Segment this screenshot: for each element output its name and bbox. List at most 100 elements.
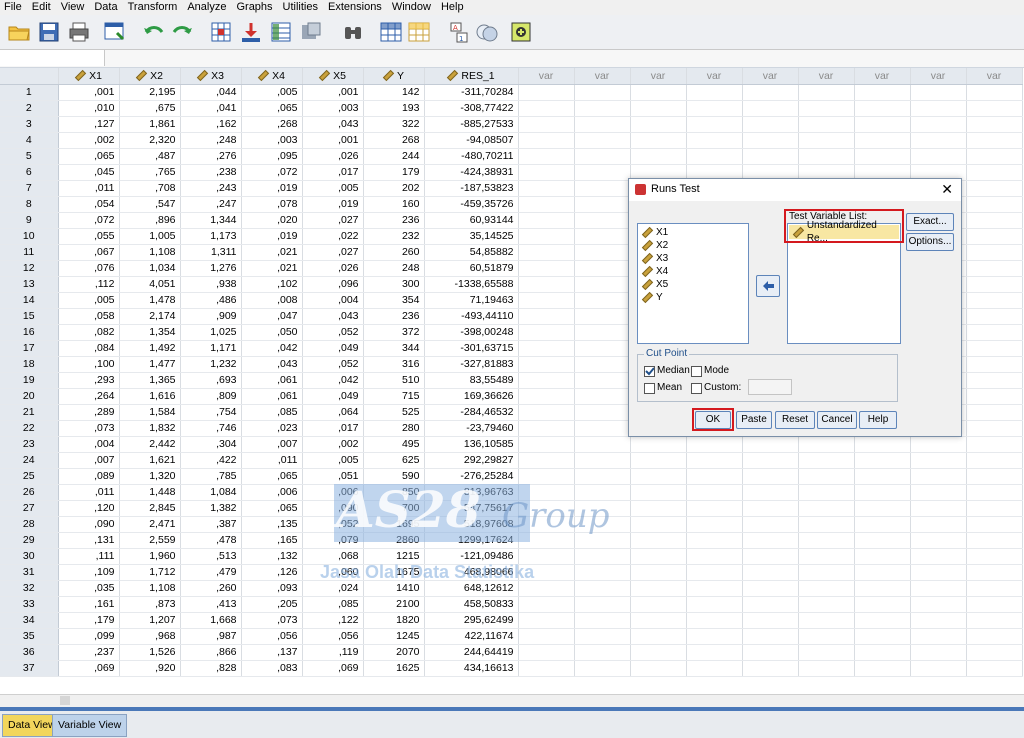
- data-cell[interactable]: [854, 516, 911, 533]
- data-cell[interactable]: 1,478: [119, 292, 181, 309]
- data-cell[interactable]: 2,320: [119, 132, 181, 149]
- data-cell[interactable]: 468,98066: [424, 564, 519, 581]
- data-cell[interactable]: ,001: [302, 132, 364, 149]
- data-cell[interactable]: 35,14525: [424, 228, 519, 245]
- data-cell[interactable]: 648,12612: [424, 580, 519, 597]
- data-cell[interactable]: 372: [363, 324, 425, 341]
- goto-variable-icon[interactable]: [238, 19, 264, 45]
- data-cell[interactable]: ,011: [58, 180, 120, 197]
- data-cell[interactable]: 1410: [363, 580, 425, 597]
- data-cell[interactable]: [630, 596, 687, 613]
- data-cell[interactable]: [742, 132, 799, 149]
- data-cell[interactable]: ,049: [302, 340, 364, 357]
- data-cell[interactable]: 1,108: [119, 244, 181, 261]
- data-cell[interactable]: ,004: [302, 292, 364, 309]
- column-header[interactable]: var: [518, 68, 575, 85]
- data-cell[interactable]: ,052: [302, 356, 364, 373]
- data-cell[interactable]: ,987: [180, 628, 242, 645]
- data-cell[interactable]: ,060: [302, 564, 364, 581]
- data-cell[interactable]: 715: [363, 388, 425, 405]
- data-cell[interactable]: [630, 436, 687, 453]
- data-cell[interactable]: [742, 660, 799, 677]
- data-cell[interactable]: -276,25284: [424, 468, 519, 485]
- data-cell[interactable]: ,205: [241, 596, 303, 613]
- data-cell[interactable]: [966, 132, 1023, 149]
- row-number[interactable]: 17: [0, 340, 59, 357]
- data-cell[interactable]: [518, 148, 575, 165]
- data-cell[interactable]: [574, 276, 631, 293]
- use-sets-icon[interactable]: [508, 19, 534, 45]
- data-cell[interactable]: 193: [363, 100, 425, 117]
- row-number[interactable]: 22: [0, 420, 59, 437]
- data-cell[interactable]: [966, 516, 1023, 533]
- data-cell[interactable]: 1,034: [119, 260, 181, 277]
- menu-graphs[interactable]: Graphs: [232, 0, 278, 15]
- data-cell[interactable]: [854, 452, 911, 469]
- data-cell[interactable]: [798, 436, 855, 453]
- data-cell[interactable]: ,065: [241, 500, 303, 517]
- data-cell[interactable]: 322: [363, 116, 425, 133]
- data-cell[interactable]: ,042: [241, 340, 303, 357]
- data-cell[interactable]: [686, 516, 743, 533]
- data-cell[interactable]: [686, 548, 743, 565]
- data-cell[interactable]: [686, 132, 743, 149]
- data-cell[interactable]: [742, 596, 799, 613]
- data-cell[interactable]: [966, 116, 1023, 133]
- data-cell[interactable]: [518, 164, 575, 181]
- data-cell[interactable]: [910, 644, 967, 661]
- data-cell[interactable]: 525: [363, 404, 425, 421]
- data-cell[interactable]: -424,38931: [424, 164, 519, 181]
- data-cell[interactable]: -187,53823: [424, 180, 519, 197]
- data-cell[interactable]: ,065: [241, 100, 303, 117]
- redo-icon[interactable]: [170, 19, 196, 45]
- data-cell[interactable]: [798, 548, 855, 565]
- data-cell[interactable]: ,095: [241, 148, 303, 165]
- data-cell[interactable]: 1,232: [180, 356, 242, 373]
- data-cell[interactable]: ,005: [241, 84, 303, 101]
- source-variable-item[interactable]: X5: [638, 278, 748, 291]
- data-cell[interactable]: [910, 596, 967, 613]
- data-cell[interactable]: [574, 484, 631, 501]
- data-cell[interactable]: ,909: [180, 308, 242, 325]
- data-cell[interactable]: [798, 452, 855, 469]
- data-cell[interactable]: [798, 116, 855, 133]
- data-cell[interactable]: -480,70211: [424, 148, 519, 165]
- data-cell[interactable]: ,083: [241, 660, 303, 677]
- data-cell[interactable]: [518, 276, 575, 293]
- options-button[interactable]: Options...: [906, 233, 954, 251]
- data-cell[interactable]: [910, 436, 967, 453]
- data-cell[interactable]: ,027: [302, 212, 364, 229]
- data-cell[interactable]: 1,448: [119, 484, 181, 501]
- data-cell[interactable]: ,260: [180, 580, 242, 597]
- paste-button[interactable]: Paste: [736, 411, 772, 429]
- data-cell[interactable]: ,017: [302, 420, 364, 437]
- data-cell[interactable]: [966, 420, 1023, 437]
- data-cell[interactable]: 1,960: [119, 548, 181, 565]
- data-cell[interactable]: ,090: [58, 516, 120, 533]
- data-cell[interactable]: 1,354: [119, 324, 181, 341]
- find-icon[interactable]: [340, 19, 366, 45]
- data-cell[interactable]: [574, 228, 631, 245]
- data-cell[interactable]: [574, 180, 631, 197]
- data-cell[interactable]: [518, 612, 575, 629]
- data-cell[interactable]: ,024: [302, 580, 364, 597]
- data-cell[interactable]: ,019: [302, 196, 364, 213]
- data-cell[interactable]: [574, 612, 631, 629]
- data-cell[interactable]: [630, 84, 687, 101]
- data-cell[interactable]: ,023: [241, 420, 303, 437]
- row-number[interactable]: 16: [0, 324, 59, 341]
- data-cell[interactable]: [630, 644, 687, 661]
- data-cell[interactable]: [574, 148, 631, 165]
- data-cell[interactable]: 458,50833: [424, 596, 519, 613]
- data-cell[interactable]: 142: [363, 84, 425, 101]
- source-variable-list[interactable]: X1 X2 X3 X4 X5 Y: [637, 223, 749, 344]
- data-cell[interactable]: 60,93144: [424, 212, 519, 229]
- data-cell[interactable]: [798, 132, 855, 149]
- column-header[interactable]: var: [686, 68, 743, 85]
- row-number[interactable]: 27: [0, 500, 59, 517]
- data-cell[interactable]: ,708: [119, 180, 181, 197]
- data-cell[interactable]: [574, 356, 631, 373]
- data-cell[interactable]: [798, 100, 855, 117]
- data-cell[interactable]: ,019: [241, 180, 303, 197]
- data-cell[interactable]: ,058: [58, 308, 120, 325]
